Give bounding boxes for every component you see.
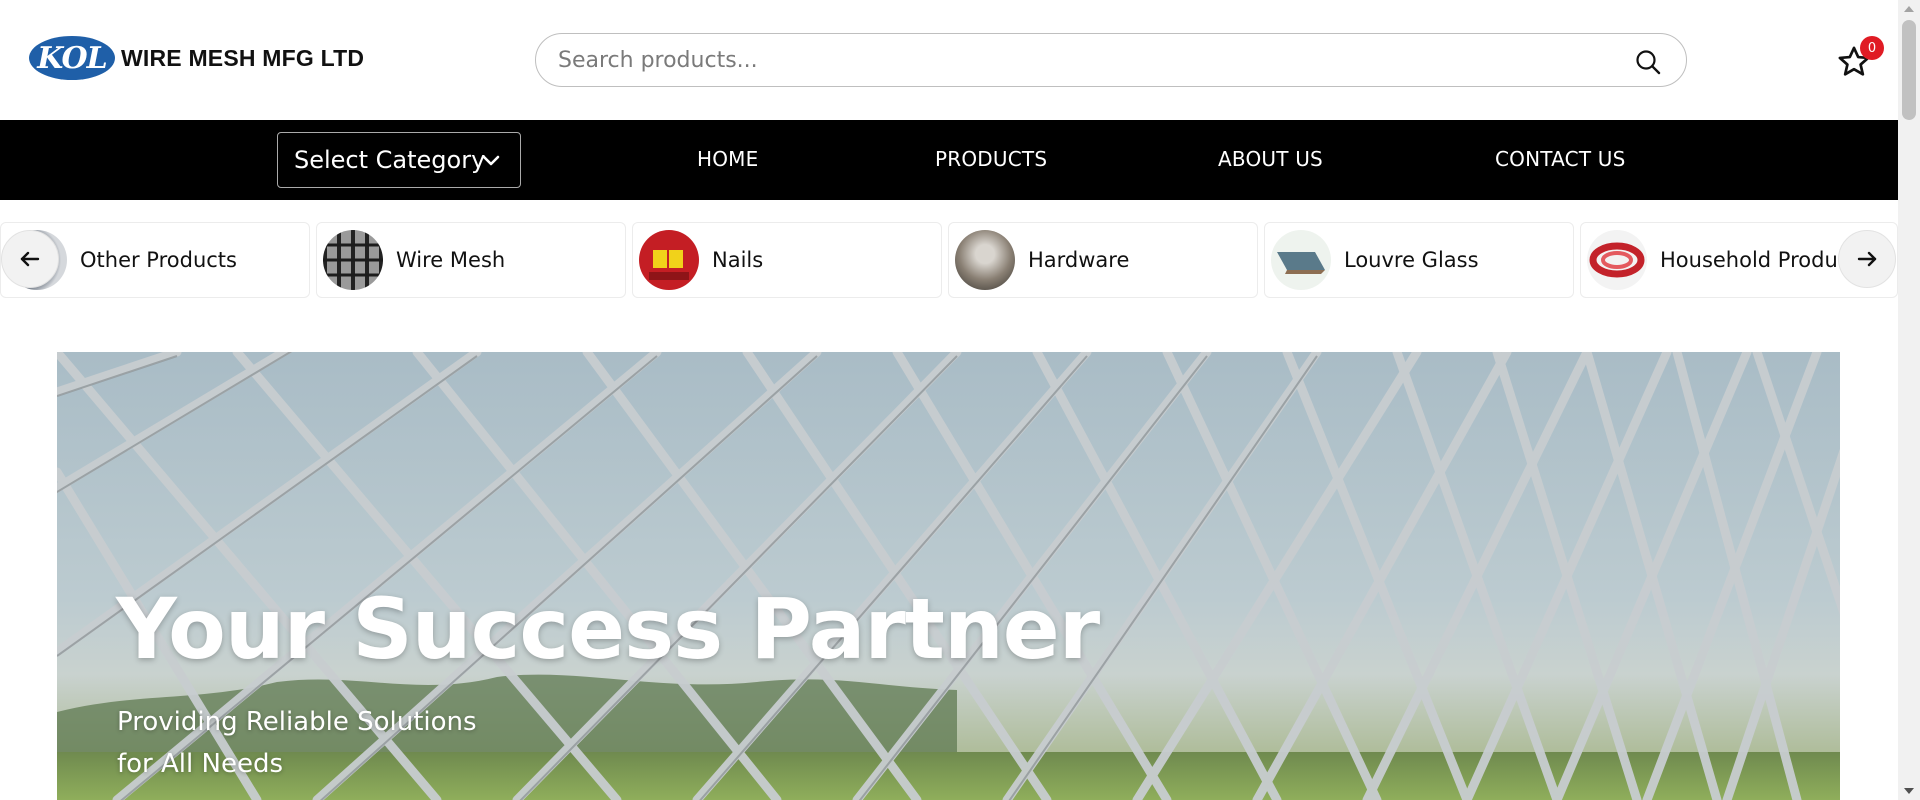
category-card-louvre-glass[interactable]: Louvre Glass [1264, 222, 1574, 298]
scroll-up-arrow-icon[interactable] [1904, 6, 1914, 12]
nav-products[interactable]: PRODUCTS [935, 147, 1047, 171]
category-card-wire-mesh[interactable]: Wire Mesh [316, 222, 626, 298]
category-carousel: Other Products Wire Mesh Nails Hardware … [0, 222, 1898, 298]
household-products-thumbnail [1587, 230, 1647, 290]
search-input[interactable] [558, 44, 1608, 76]
page-scrollbar[interactable] [1898, 0, 1920, 800]
nav-about-us[interactable]: ABOUT US [1218, 147, 1323, 171]
category-card-nails[interactable]: Nails [632, 222, 942, 298]
category-label: Nails [712, 248, 764, 272]
hero-subtitle-line: for All Needs [117, 749, 284, 779]
brand-name: WIRE MESH MFG LTD [121, 44, 365, 71]
nails-thumbnail [639, 230, 699, 290]
category-label: Wire Mesh [396, 248, 506, 272]
category-label: Other Products [80, 248, 237, 272]
search-bar [535, 33, 1687, 87]
carousel-prev-button[interactable] [1, 230, 59, 288]
carousel-next-button[interactable] [1838, 230, 1896, 288]
category-label: Hardware [1028, 248, 1130, 272]
arrow-right-icon [1857, 251, 1877, 267]
wire-mesh-thumbnail [323, 230, 383, 290]
hardware-thumbnail [955, 230, 1015, 290]
hero-title: Your Success Partner [116, 580, 1100, 678]
chevron-down-icon [482, 155, 500, 166]
main-navbar: Select Category HOME PRODUCTS ABOUT US C… [0, 120, 1898, 200]
nav-contact-us[interactable]: CONTACT US [1495, 147, 1626, 171]
favorites-count-badge: 0 [1860, 36, 1884, 60]
scrollbar-thumb[interactable] [1902, 20, 1916, 120]
site-header: KOL WIRE MESH MFG LTD 0 [0, 0, 1898, 120]
favorites-button[interactable]: 0 [1836, 36, 1884, 80]
louvre-glass-thumbnail [1271, 230, 1331, 290]
hero-subtitle-line: Providing Reliable Solutions [117, 707, 477, 737]
logo-mark: KOL [29, 36, 115, 80]
category-card-hardware[interactable]: Hardware [948, 222, 1258, 298]
hero-banner: Your Success Partner Providing Reliable … [57, 352, 1840, 800]
site-logo[interactable]: KOL WIRE MESH MFG LTD [29, 36, 364, 80]
hero-subtitle: Providing Reliable Solutions for All Nee… [117, 701, 537, 785]
nav-home[interactable]: HOME [697, 147, 758, 171]
category-select[interactable]: Select Category [277, 132, 521, 188]
search-icon[interactable] [1634, 48, 1662, 76]
scroll-down-arrow-icon[interactable] [1904, 788, 1914, 794]
arrow-left-icon [20, 251, 40, 267]
category-select-label: Select Category [294, 146, 486, 174]
category-label: Louvre Glass [1344, 248, 1479, 272]
